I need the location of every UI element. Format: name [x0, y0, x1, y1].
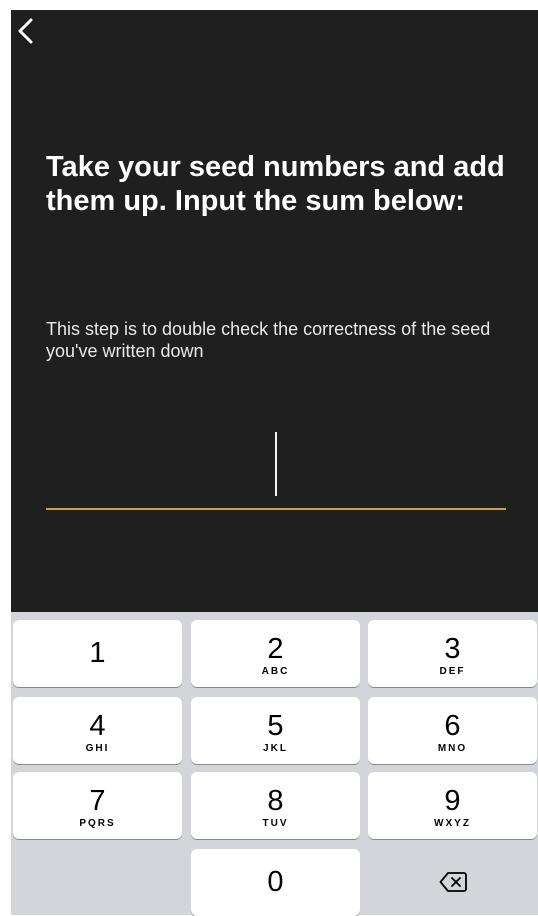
- key-9[interactable]: 9 WXYZ: [368, 772, 537, 839]
- key-4[interactable]: 4 GHI: [13, 697, 182, 764]
- back-button[interactable]: [15, 16, 39, 46]
- sum-input-field[interactable]: [46, 428, 510, 510]
- key-letters: TUV: [262, 818, 289, 829]
- key-7[interactable]: 7 PQRS: [13, 772, 182, 839]
- text-cursor: [275, 432, 277, 496]
- key-digit: 9: [444, 785, 461, 817]
- seed-sum-screen: Take your seed numbers and add them up. …: [11, 10, 538, 612]
- key-letters: JKL: [263, 743, 288, 754]
- key-letters: GHI: [85, 743, 110, 754]
- key-2[interactable]: 2 ABC: [191, 620, 360, 687]
- key-digit: 4: [89, 710, 106, 742]
- key-letters: PQRS: [79, 818, 116, 829]
- key-digit: 0: [267, 866, 284, 898]
- sum-input[interactable]: [46, 428, 510, 510]
- key-0[interactable]: 0: [191, 849, 360, 916]
- page-title: Take your seed numbers and add them up. …: [46, 151, 505, 217]
- key-8[interactable]: 8 TUV: [191, 772, 360, 839]
- key-digit: 3: [444, 633, 461, 665]
- key-5[interactable]: 5 JKL: [191, 697, 360, 764]
- key-letters: WXYZ: [434, 818, 471, 829]
- key-digit: 8: [267, 785, 284, 817]
- key-digit: 6: [444, 710, 461, 742]
- key-letters: MNO: [437, 743, 468, 754]
- key-digit: 7: [89, 785, 106, 817]
- key-1[interactable]: 1: [13, 620, 182, 687]
- numeric-keypad: 1 2 ABC 3 DEF 4 GHI 5 JKL 6 MNO 7 PQRS 8…: [11, 612, 538, 916]
- key-letters: ABC: [261, 666, 290, 677]
- input-underline: [46, 508, 506, 510]
- key-digit: 2: [267, 633, 284, 665]
- key-3[interactable]: 3 DEF: [368, 620, 537, 687]
- key-digit: 1: [89, 637, 106, 669]
- delete-key[interactable]: [368, 849, 537, 916]
- key-6[interactable]: 6 MNO: [368, 697, 537, 764]
- key-digit: 5: [267, 710, 284, 742]
- key-letters: DEF: [439, 666, 466, 677]
- backspace-icon: [439, 872, 467, 892]
- instruction-text: This step is to double check the correct…: [46, 319, 491, 361]
- chevron-left-icon: [18, 18, 33, 44]
